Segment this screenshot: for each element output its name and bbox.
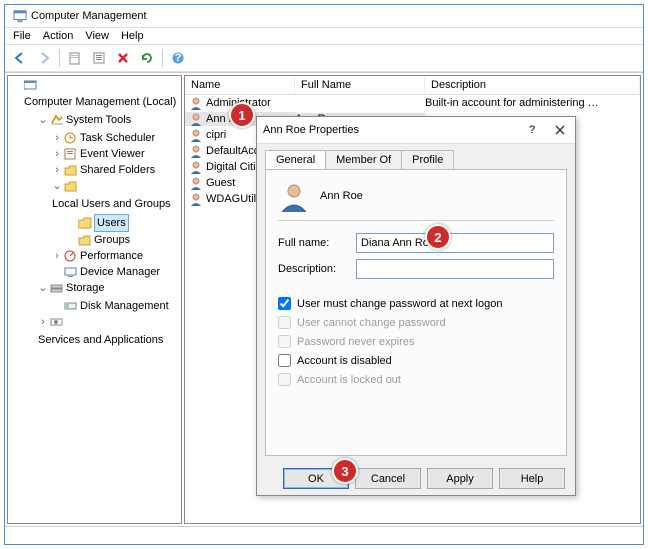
computer-management-window: Computer Management File Action View Hel… [4,4,644,545]
tab-memberof[interactable]: Member Of [325,150,402,169]
tree-event-viewer[interactable]: ›Event Viewer [52,146,179,162]
col-desc[interactable]: Description [425,76,640,94]
svg-text:?: ? [175,52,182,64]
dialog-help-icon[interactable]: ? [523,121,541,139]
user-avatar-icon [278,180,310,212]
properties-button[interactable] [88,47,110,69]
refresh-button[interactable] [136,47,158,69]
forward-button[interactable] [33,47,55,69]
dialog-buttons: OK Cancel Apply Help [257,462,575,495]
chk-disabled-box[interactable] [278,354,291,367]
back-button[interactable] [9,47,31,69]
statusbar [5,526,643,544]
tree-shared-folders[interactable]: ›Shared Folders [52,162,179,178]
apply-button[interactable]: Apply [427,468,493,489]
delete-button[interactable] [112,47,134,69]
dialog-titlebar: Ann Roe Properties ? [257,117,575,144]
new-button[interactable] [64,47,86,69]
list-header: Name Full Name Description [185,76,640,95]
app-icon [13,9,27,23]
description-label: Description: [278,263,348,275]
chk-cannot-change: User cannot change password [278,316,554,329]
menu-file[interactable]: File [13,30,31,42]
chk-locked-box [278,373,291,386]
dialog-close-icon[interactable] [551,121,569,139]
row-desc: Built-in account for administering … [425,97,640,109]
menu-action[interactable]: Action [43,30,74,42]
help-button[interactable]: Help [499,468,565,489]
tree-disk-management[interactable]: Disk Management [52,298,179,314]
toolbar: ? [5,44,643,72]
tab-body: Ann Roe Full name: Description: User mus… [265,169,567,456]
user-icon [189,128,203,142]
user-icon [189,192,203,206]
field-description: Description: [278,259,554,279]
user-icon [189,96,203,110]
tree-root[interactable]: Computer Management (Local) ⌄System Tool… [24,80,179,348]
chk-never-expires: Password never expires [278,335,554,348]
toolbar-sep [59,49,60,67]
toolbar-sep-2 [162,49,163,67]
fullname-input[interactable] [356,233,554,253]
tree-system-tools[interactable]: ⌄System Tools ›Task Scheduler ›Event Vie… [38,112,179,280]
col-fullname[interactable]: Full Name [295,76,425,94]
chk-must-change[interactable]: User must change password at next logon [278,297,554,310]
tree-storage[interactable]: ⌄Storage Disk Management [38,280,179,314]
user-display-name: Ann Roe [320,190,363,202]
tab-profile[interactable]: Profile [401,150,454,169]
tree-task-scheduler[interactable]: ›Task Scheduler [52,130,179,146]
tree-users[interactable]: Users [66,214,179,232]
tree-groups[interactable]: Groups [66,232,179,248]
tree-services-apps[interactable]: ›Services and Applications [38,314,179,348]
tree-performance[interactable]: ›Performance [52,248,179,264]
chk-must-change-box[interactable] [278,297,291,310]
chk-disabled[interactable]: Account is disabled [278,354,554,367]
row-name: Guest [206,177,235,189]
dialog-title: Ann Roe Properties [263,124,359,136]
user-list-panel: Name Full Name Description Administrator… [184,75,641,524]
chk-locked: Account is locked out [278,373,554,386]
fullname-label: Full name: [278,237,348,249]
user-icon [189,144,203,158]
field-fullname: Full name: [278,233,554,253]
user-icon [189,160,203,174]
chk-never-expires-box [278,335,291,348]
callout-3: 3 [332,458,358,484]
menu-help[interactable]: Help [121,30,144,42]
chk-cannot-change-box [278,316,291,329]
help-button[interactable]: ? [167,47,189,69]
dialog-tabs: General Member Of Profile [257,144,575,169]
cancel-button[interactable]: Cancel [355,468,421,489]
col-name[interactable]: Name [185,76,295,94]
tab-general[interactable]: General [265,150,326,169]
user-header: Ann Roe [278,180,554,221]
menu-view[interactable]: View [85,30,109,42]
description-input[interactable] [356,259,554,279]
user-icon [189,176,203,190]
titlebar: Computer Management [5,5,643,28]
tree-local-users[interactable]: ⌄Local Users and Groups Users Groups [52,178,179,248]
content-area: Computer Management (Local) ⌄System Tool… [5,72,643,526]
properties-dialog: Ann Roe Properties ? General Member Of P… [256,116,576,496]
nav-tree[interactable]: Computer Management (Local) ⌄System Tool… [7,75,182,524]
menubar: File Action View Help [5,28,643,44]
callout-2: 2 [425,224,451,250]
callout-1: 1 [229,102,255,128]
user-icon [189,112,203,126]
window-title: Computer Management [31,10,147,22]
tree-device-manager[interactable]: Device Manager [52,264,179,280]
row-name: cipri [206,129,226,141]
